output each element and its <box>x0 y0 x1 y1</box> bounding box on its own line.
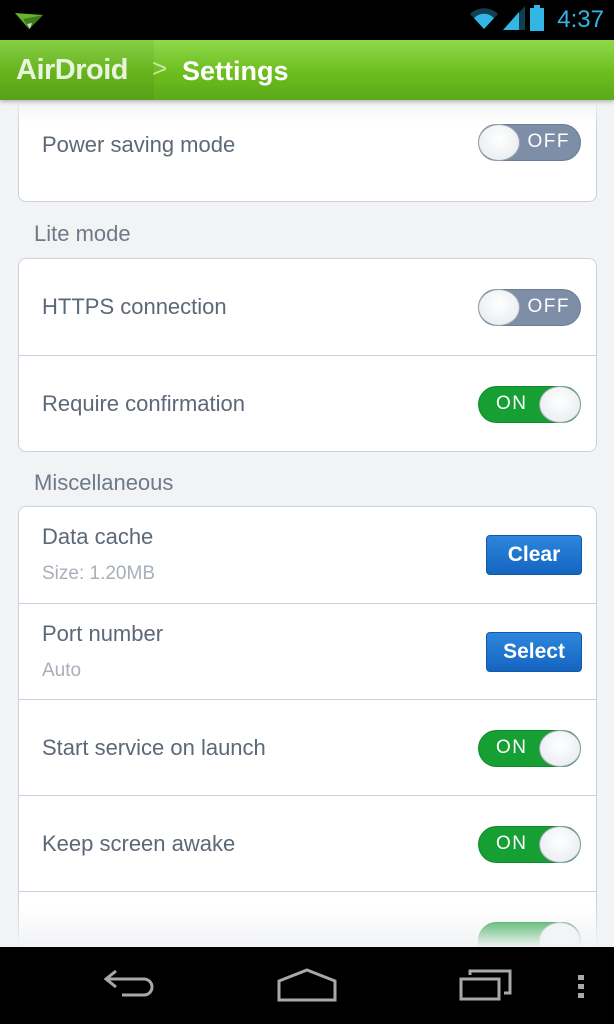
airdroid-notification-icon <box>14 12 44 35</box>
battery-icon <box>529 4 545 36</box>
setting-https-connection[interactable]: HTTPS connection OFF <box>19 259 596 355</box>
recent-apps-icon[interactable] <box>458 965 520 1010</box>
setting-subtitle: Size: 1.20MB <box>42 563 155 584</box>
setting-port-number[interactable]: Port number Auto Select <box>19 603 596 699</box>
setting-subtitle: Auto <box>42 660 82 681</box>
keep-screen-awake-toggle[interactable]: ON <box>478 826 581 863</box>
setting-title: Power saving mode <box>42 132 236 157</box>
toggle-knob <box>539 922 581 947</box>
setting-keep-screen-awake[interactable]: Keep screen awake ON <box>19 795 596 891</box>
setting-start-service-on-launch[interactable]: Start service on launch ON <box>19 699 596 795</box>
lite-mode-card: HTTPS connection OFF Require confirmatio… <box>18 258 597 452</box>
setting-partially-visible[interactable] <box>19 891 596 947</box>
setting-title: Port number <box>42 621 164 646</box>
setting-title: Data cache <box>42 524 154 549</box>
setting-title: Require confirmation <box>42 391 245 416</box>
toggle-knob <box>539 386 581 423</box>
toggle-knob <box>539 826 581 863</box>
setting-data-cache[interactable]: Data cache Size: 1.20MB Clear <box>19 507 596 603</box>
app-home-button[interactable]: AirDroid <box>0 40 154 100</box>
clear-cache-button[interactable]: Clear <box>486 535 582 575</box>
miscellaneous-card: Data cache Size: 1.20MB Clear Port numbe… <box>18 506 597 947</box>
toggle-knob <box>478 289 520 326</box>
app-name: AirDroid <box>16 54 129 86</box>
overflow-menu-icon[interactable] <box>576 965 588 1010</box>
section-label-lite-mode: Lite mode <box>34 221 131 246</box>
breadcrumb-separator-icon: > <box>152 53 168 83</box>
setting-title: Start service on launch <box>42 735 266 760</box>
setting-require-confirmation[interactable]: Require confirmation ON <box>19 355 596 451</box>
section-label-miscellaneous: Miscellaneous <box>34 470 174 495</box>
start-service-toggle[interactable]: ON <box>478 730 581 767</box>
toggle-knob <box>539 730 581 767</box>
https-toggle[interactable]: OFF <box>478 289 581 326</box>
wifi-icon <box>469 6 499 35</box>
home-icon[interactable] <box>275 965 339 1010</box>
require-confirmation-toggle[interactable]: ON <box>478 386 581 423</box>
status-bar: 4:37 <box>0 0 614 40</box>
partially-visible-toggle[interactable] <box>478 922 581 947</box>
setting-power-saving-mode[interactable]: Power saving mode OFF <box>19 100 596 201</box>
navigation-bar <box>0 947 614 1024</box>
clock: 4:37 <box>557 6 604 33</box>
setting-title: Keep screen awake <box>42 831 236 856</box>
power-saving-toggle[interactable]: OFF <box>478 124 581 161</box>
setting-title: HTTPS connection <box>42 294 227 319</box>
select-port-button[interactable]: Select <box>486 632 582 672</box>
toggle-knob <box>478 124 520 161</box>
general-card: Power saving mode OFF <box>18 100 597 202</box>
page-title: Settings <box>182 56 289 86</box>
settings-list[interactable]: Power saving mode OFF Lite mode HTTPS co… <box>0 100 614 947</box>
cell-signal-icon <box>503 5 526 35</box>
back-icon[interactable] <box>98 965 158 1010</box>
action-bar: AirDroid > Settings <box>0 40 614 100</box>
